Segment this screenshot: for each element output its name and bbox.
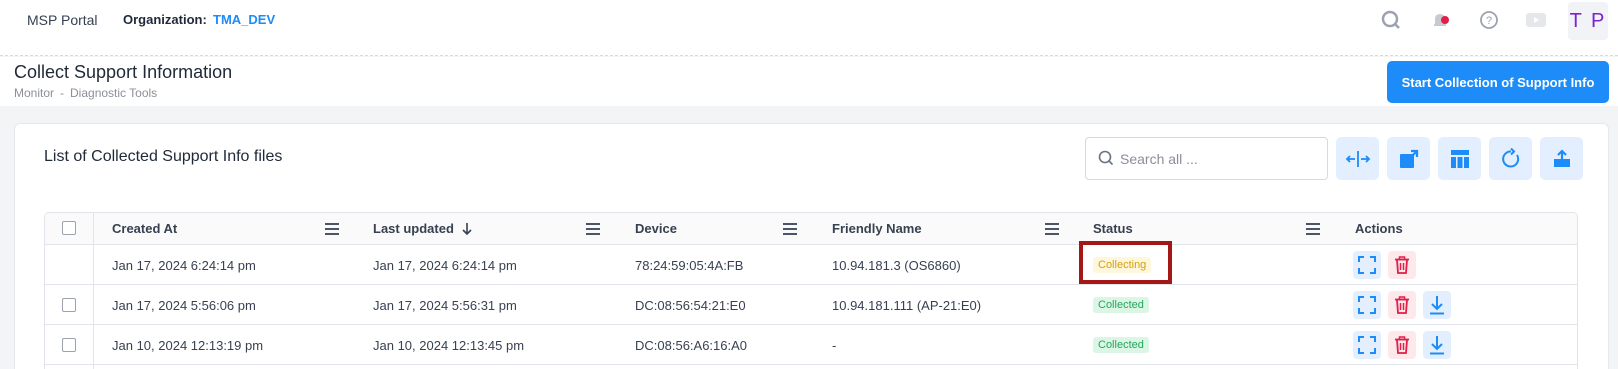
column-header-device[interactable]: Device (635, 221, 677, 236)
table-row[interactable]: Jan 17, 2024 5:56:06 pm Jan 17, 2024 5:5… (45, 285, 1577, 325)
last-updated-cell: Jan 17, 2024 6:24:14 pm (373, 258, 517, 273)
device-cell: 78:24:59:05:4A:FB (635, 258, 744, 273)
column-menu-icon[interactable] (1045, 223, 1059, 235)
expand-button[interactable] (1353, 251, 1381, 279)
sort-descending-icon[interactable] (461, 222, 473, 241)
refresh-icon (1501, 147, 1519, 167)
download-icon (1430, 336, 1444, 355)
breadcrumb-item-monitor[interactable]: Monitor (14, 86, 54, 100)
row-checkbox[interactable] (62, 298, 76, 312)
device-cell: DC:08:56:54:21:E0 (635, 298, 746, 313)
card-title: List of Collected Support Info files (44, 148, 283, 165)
column-header-actions: Actions (1355, 221, 1403, 236)
breadcrumb-separator: - (60, 86, 65, 100)
created-at-cell: Jan 17, 2024 6:24:14 pm (112, 258, 256, 273)
svg-text:?: ? (1486, 15, 1492, 27)
upload-icon (1553, 148, 1570, 167)
select-all-checkbox[interactable] (62, 221, 76, 235)
search-icon (1098, 150, 1114, 166)
download-icon (1430, 296, 1444, 315)
expand-icon (1358, 296, 1376, 314)
device-cell: DC:08:56:A6:16:A0 (635, 338, 748, 353)
delete-icon (1395, 256, 1409, 274)
column-menu-icon[interactable] (325, 223, 339, 235)
top-bar: MSP Portal Organization: TMA_DEV ? T P (0, 0, 1618, 56)
page-header: Collect Support Information Monitor - Diag… (0, 57, 1618, 106)
search-icon[interactable] (1380, 9, 1402, 31)
breadcrumb-item-diagnostic-tools[interactable]: Diagnostic Tools (70, 86, 157, 100)
created-at-cell: Jan 10, 2024 12:13:19 pm (112, 338, 264, 353)
page-title: Collect Support Information (14, 62, 233, 82)
delete-button[interactable] (1388, 291, 1416, 319)
row-checkbox[interactable] (62, 338, 76, 352)
user-avatar[interactable]: T P (1568, 2, 1608, 40)
fit-columns-button[interactable] (1336, 137, 1379, 180)
status-badge: Collected (1093, 297, 1149, 313)
delete-button[interactable] (1388, 331, 1416, 359)
search-input[interactable] (1120, 146, 1320, 172)
table-layout-icon (1450, 149, 1469, 168)
bell-icon[interactable] (1429, 9, 1451, 31)
status-highlight-box (1079, 241, 1172, 284)
export-icon (1399, 149, 1418, 168)
column-menu-icon[interactable] (586, 223, 600, 235)
search-box[interactable] (1085, 137, 1328, 180)
table-row[interactable]: Jan 10, 2024 12:13:19 pm Jan 10, 2024 12… (45, 325, 1577, 365)
column-header-last-updated[interactable]: Last updated (373, 221, 454, 236)
delete-button[interactable] (1388, 251, 1416, 279)
download-button[interactable] (1423, 331, 1451, 359)
help-icon[interactable]: ? (1478, 9, 1500, 31)
start-collection-button[interactable]: Start Collection of Support Info (1387, 61, 1609, 103)
table-row[interactable]: Jan 17, 2024 6:24:14 pm Jan 17, 2024 6:2… (45, 245, 1577, 285)
organization-label: Organization: (123, 12, 207, 27)
expand-icon (1358, 336, 1376, 354)
column-menu-icon[interactable] (783, 223, 797, 235)
created-at-cell: Jan 17, 2024 5:56:06 pm (112, 298, 256, 313)
breadcrumb: Monitor - Diagnostic Tools (14, 86, 157, 100)
last-updated-cell: Jan 17, 2024 5:56:31 pm (373, 298, 517, 313)
download-button[interactable] (1423, 291, 1451, 319)
video-icon[interactable] (1525, 9, 1547, 31)
column-menu-icon[interactable] (1306, 223, 1320, 235)
table-layout-button[interactable] (1438, 137, 1481, 180)
delete-icon (1395, 336, 1409, 354)
column-header-status[interactable]: Status (1093, 221, 1133, 236)
friendly-name-cell: 10.94.181.111 (AP-21:E0) (832, 298, 982, 313)
organization-value[interactable]: TMA_DEV (213, 12, 275, 27)
status-badge: Collected (1093, 337, 1149, 353)
fit-columns-icon (1345, 150, 1370, 167)
expand-icon (1358, 256, 1376, 274)
last-updated-cell: Jan 10, 2024 12:13:45 pm (373, 338, 525, 353)
column-header-friendly-name[interactable]: Friendly Name (832, 221, 922, 236)
expand-button[interactable] (1353, 331, 1381, 359)
table-header: Created At Last updated Device Friendly … (45, 213, 1577, 245)
friendly-name-cell: - (832, 338, 837, 353)
delete-icon (1395, 296, 1409, 314)
column-header-created-at[interactable]: Created At (112, 221, 177, 236)
friendly-name-cell: 10.94.181.3 (OS6860) (832, 258, 961, 273)
upload-button[interactable] (1540, 137, 1583, 180)
brand-name[interactable]: MSP Portal (27, 12, 98, 28)
refresh-button[interactable] (1489, 137, 1532, 180)
support-info-table: Created At Last updated Device Friendly … (44, 212, 1578, 369)
expand-button[interactable] (1353, 291, 1381, 319)
export-button[interactable] (1387, 137, 1430, 180)
